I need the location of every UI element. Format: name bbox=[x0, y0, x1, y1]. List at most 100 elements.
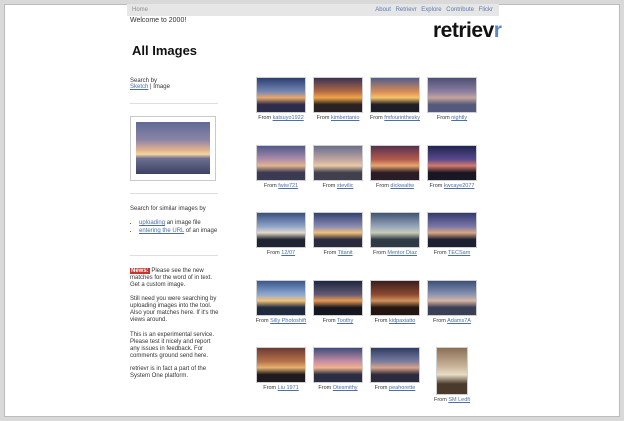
result-thumbnail[interactable] bbox=[427, 212, 477, 248]
result-caption: From Liu 1971 bbox=[250, 385, 312, 391]
retrievr-logo[interactable]: retrievr bbox=[433, 19, 502, 43]
query-image[interactable] bbox=[136, 122, 210, 174]
result-tile: From Mentor Diaz bbox=[364, 212, 426, 256]
caption-user-link[interactable]: Liu 1971 bbox=[278, 385, 299, 391]
result-thumbnail[interactable] bbox=[256, 280, 306, 316]
caption-user-link[interactable]: katsuyo1922 bbox=[273, 115, 304, 121]
caption-prefix: From bbox=[369, 115, 385, 121]
result-caption: From Adams7A bbox=[421, 318, 483, 324]
result-thumbnail[interactable] bbox=[313, 280, 363, 316]
caption-prefix: From bbox=[322, 318, 338, 324]
result-thumbnail[interactable] bbox=[256, 77, 306, 113]
result-caption: From dickwaltw bbox=[364, 183, 426, 189]
result-thumbnail[interactable] bbox=[370, 280, 420, 316]
caption-user-link[interactable]: Toothy bbox=[337, 318, 353, 324]
result-caption: From fwiw721 bbox=[250, 183, 312, 189]
caption-user-link[interactable]: stevilic bbox=[337, 183, 354, 189]
result-tile: From stevilic bbox=[307, 145, 369, 189]
caption-user-link[interactable]: 12/07 bbox=[281, 250, 295, 256]
nav-home-link[interactable]: Home bbox=[132, 4, 148, 16]
result-tile: From Titanit bbox=[307, 212, 369, 256]
caption-prefix: From bbox=[258, 115, 273, 121]
caption-prefix: From bbox=[266, 250, 282, 256]
news-badge: News: bbox=[130, 268, 150, 274]
result-thumbnail[interactable] bbox=[436, 347, 468, 395]
caption-prefix: From bbox=[322, 183, 337, 189]
caption-user-link[interactable]: nightly bbox=[451, 115, 467, 121]
caption-prefix: From bbox=[323, 250, 338, 256]
result-thumbnail[interactable] bbox=[313, 77, 363, 113]
info-paragraph-4: retrievr is in fact a part of the System… bbox=[130, 366, 207, 379]
caption-user-link[interactable]: Mentor Diaz bbox=[387, 250, 417, 256]
result-tile: From peahorette bbox=[364, 347, 426, 391]
result-tile: From TECSam bbox=[421, 212, 483, 256]
nav-link-retrievr[interactable]: Retrievr bbox=[396, 7, 417, 13]
result-thumbnail[interactable] bbox=[313, 212, 363, 248]
caption-user-link[interactable]: Titanit bbox=[338, 250, 353, 256]
result-thumbnail[interactable] bbox=[370, 347, 420, 383]
result-caption: From 12/07 bbox=[250, 250, 312, 256]
nav-link-explore[interactable]: Explore bbox=[421, 7, 441, 13]
result-tile: From fmfourinthesky bbox=[364, 77, 426, 121]
sidebar-divider bbox=[130, 193, 218, 194]
caption-user-link[interactable]: dickwaltw bbox=[390, 183, 414, 189]
caption-user-link[interactable]: Silly Photoshift bbox=[270, 318, 306, 324]
search-by-options: Sketch | Image bbox=[130, 84, 170, 90]
result-caption: From SM Ledfi bbox=[421, 397, 483, 403]
result-thumbnail[interactable] bbox=[427, 145, 477, 181]
result-tile: From Liu 1971 bbox=[250, 347, 312, 391]
sidebar-divider bbox=[130, 103, 218, 104]
result-thumbnail[interactable] bbox=[370, 145, 420, 181]
caption-prefix: From bbox=[376, 183, 391, 189]
search-by-image-current: Image bbox=[153, 84, 170, 90]
sidebar-divider bbox=[130, 255, 218, 256]
caption-prefix: From bbox=[433, 250, 448, 256]
result-thumbnail[interactable] bbox=[370, 77, 420, 113]
result-tile: From kwcaye2077 bbox=[421, 145, 483, 189]
caption-user-link[interactable]: TECSam bbox=[448, 250, 470, 256]
result-thumbnail[interactable] bbox=[313, 145, 363, 181]
caption-prefix: From bbox=[263, 385, 278, 391]
caption-prefix: From bbox=[374, 318, 390, 324]
caption-user-link[interactable]: peahorette bbox=[389, 385, 415, 391]
upload-text: an image file bbox=[165, 220, 201, 226]
result-tile: From kidpaxiatto bbox=[364, 280, 426, 324]
caption-user-link[interactable]: Otesmithy bbox=[333, 385, 358, 391]
nav-link-contribute[interactable]: Contribute bbox=[446, 7, 474, 13]
result-thumbnail[interactable] bbox=[256, 347, 306, 383]
result-thumbnail[interactable] bbox=[427, 280, 477, 316]
result-tile: From SM Ledfi bbox=[421, 347, 483, 403]
url-text: of an image bbox=[184, 228, 218, 234]
caption-prefix: From bbox=[255, 318, 271, 324]
caption-user-link[interactable]: SM Ledfi bbox=[448, 397, 470, 403]
caption-user-link[interactable]: kidpaxiatto bbox=[389, 318, 415, 324]
caption-user-link[interactable]: kimbertanio bbox=[331, 115, 359, 121]
option-url: entering the URL of an image bbox=[139, 228, 222, 235]
query-image-frame bbox=[130, 116, 216, 181]
caption-prefix: From bbox=[263, 183, 279, 189]
result-tile: From 12/07 bbox=[250, 212, 312, 256]
result-thumbnail[interactable] bbox=[256, 212, 306, 248]
caption-prefix: From bbox=[374, 385, 390, 391]
caption-prefix: From bbox=[372, 250, 388, 256]
result-thumbnail[interactable] bbox=[427, 77, 477, 113]
search-by-sketch-link[interactable]: Sketch bbox=[130, 84, 148, 90]
info-paragraph-3: This is an experimental service. Please … bbox=[130, 332, 215, 359]
result-thumbnail[interactable] bbox=[313, 347, 363, 383]
result-thumbnail[interactable] bbox=[370, 212, 420, 248]
caption-user-link[interactable]: fwiw721 bbox=[278, 183, 298, 189]
caption-prefix: From bbox=[433, 397, 449, 403]
result-caption: From stevilic bbox=[307, 183, 369, 189]
nav-link-about[interactable]: About bbox=[375, 7, 391, 13]
similar-search-heading: Search for similar images by bbox=[130, 206, 206, 212]
caption-user-link[interactable]: Adams7A bbox=[447, 318, 471, 324]
result-tile: From dickwaltw bbox=[364, 145, 426, 189]
caption-user-link[interactable]: kwcaye2077 bbox=[444, 183, 475, 189]
result-caption: From kwcaye2077 bbox=[421, 183, 483, 189]
nav-link-flickr[interactable]: Flickr bbox=[479, 7, 493, 13]
upload-link[interactable]: uploading bbox=[139, 220, 165, 226]
caption-user-link[interactable]: fmfourinthesky bbox=[384, 115, 420, 121]
enter-url-link[interactable]: entering the URL bbox=[139, 228, 184, 234]
result-caption: From kidpaxiatto bbox=[364, 318, 426, 324]
result-thumbnail[interactable] bbox=[256, 145, 306, 181]
